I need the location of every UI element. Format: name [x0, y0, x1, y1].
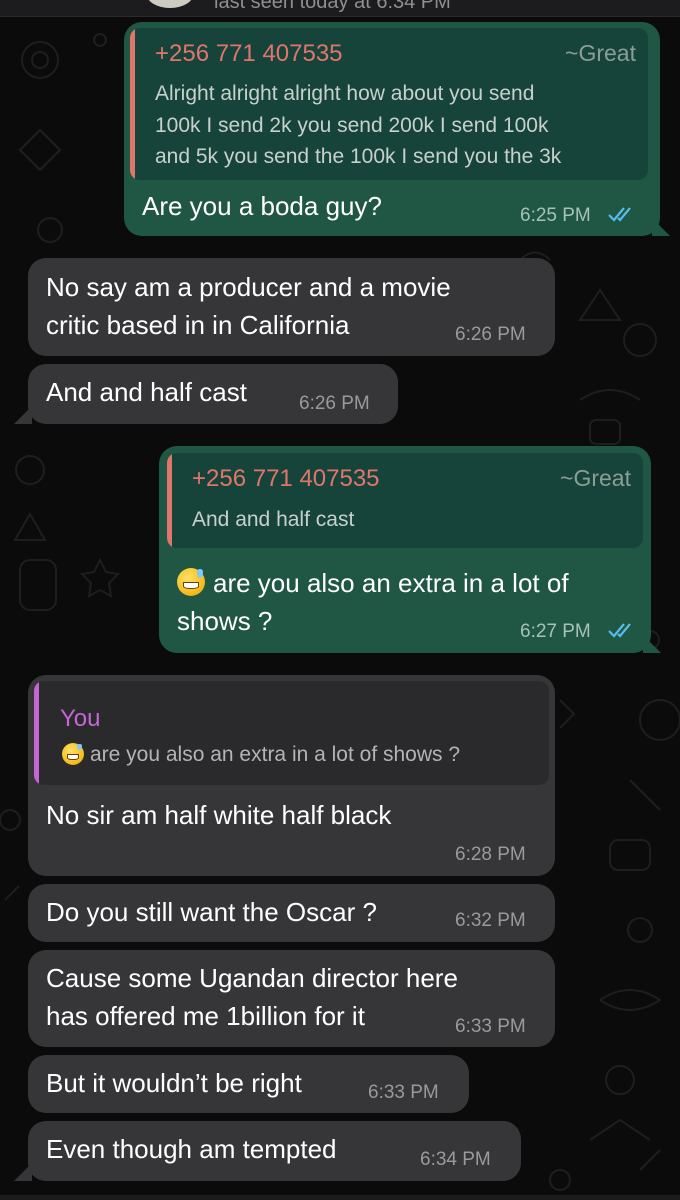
- read-receipt-icon: [608, 623, 631, 638]
- message-time: 6:32 PM: [455, 910, 526, 931]
- message-time: 6:26 PM: [299, 393, 370, 414]
- grinning-face-with-sweat-icon: [177, 568, 205, 596]
- message-line-text: are you also an extra in a lot of: [213, 568, 569, 598]
- bubble-tail: [643, 635, 661, 653]
- quote-sender: +256 771 407535: [192, 465, 380, 492]
- read-receipt-icon: [608, 207, 631, 222]
- message-text: Even though am tempted: [46, 1134, 337, 1164]
- quote-line: and 5k you send the 100k I send you the …: [155, 145, 562, 168]
- message-text: Do you still want the Oscar ?: [46, 897, 377, 927]
- quote-stripe: [167, 453, 172, 548]
- message-time: 6:27 PM: [520, 621, 591, 642]
- message-line: has offered me 1billion for it: [46, 1001, 365, 1031]
- message-text: Are you a boda guy?: [142, 191, 382, 221]
- message-text: But it wouldn’t be right: [46, 1068, 302, 1098]
- message-line: critic based in in California: [46, 310, 350, 340]
- quote-text: Alright alright alright how about you se…: [155, 78, 561, 173]
- chat-header[interactable]: last seen today at 6:34 PM: [0, 0, 680, 17]
- quote-line: Alright alright alright how about you se…: [155, 82, 535, 105]
- bottom-edge: [0, 1195, 680, 1200]
- message-time: 6:25 PM: [520, 205, 591, 226]
- message-text: are you also an extra in a lot of shows …: [177, 564, 569, 640]
- quote-text: are you also an extra in a lot of shows …: [62, 742, 460, 768]
- quote-stripe: [130, 28, 135, 180]
- quote-line: are you also an extra in a lot of shows …: [90, 743, 461, 766]
- message-line: are you also an extra in a lot of: [177, 564, 569, 602]
- quote-sender: You: [60, 705, 101, 732]
- contact-avatar[interactable]: [146, 0, 194, 8]
- quote-sender-name: ~Great: [560, 465, 631, 491]
- message-time: 6:33 PM: [455, 1016, 526, 1037]
- message-text: And and half cast: [46, 377, 247, 407]
- message-bubble-incoming[interactable]: And and half cast 6:26 PM: [28, 364, 398, 424]
- message-time: 6:33 PM: [368, 1082, 439, 1103]
- message-line: No say am a producer and a movie: [46, 272, 451, 302]
- message-bubble-incoming[interactable]: No say am a producer and a movie critic …: [28, 258, 555, 356]
- message-text: No say am a producer and a movie critic …: [46, 268, 451, 344]
- message-time: 6:28 PM: [455, 844, 526, 865]
- quote-sender: +256 771 407535: [155, 40, 343, 67]
- quoted-message[interactable]: You are you also an extra in a lot of sh…: [34, 681, 549, 785]
- chat-screen: last seen today at 6:34 PM +256 771 4075…: [0, 0, 680, 1200]
- message-line: Cause some Ugandan director here: [46, 963, 458, 993]
- message-time: 6:26 PM: [455, 324, 526, 345]
- quote-line: 100k I send 2k you send 200k I send 100k: [155, 113, 549, 137]
- message-bubble-incoming[interactable]: But it wouldn’t be right 6:33 PM: [28, 1055, 469, 1113]
- quoted-message[interactable]: +256 771 407535 ~Great And and half cast: [167, 453, 643, 548]
- grinning-face-with-sweat-icon: [62, 743, 84, 765]
- message-bubble-incoming[interactable]: Do you still want the Oscar ? 6:32 PM: [28, 884, 555, 942]
- message-text: No sir am half white half black: [46, 800, 392, 830]
- message-bubble-outgoing[interactable]: +256 771 407535 ~Great Alright alright a…: [124, 22, 660, 236]
- bubble-tail: [14, 406, 32, 424]
- quote-stripe: [34, 681, 39, 785]
- message-text: Cause some Ugandan director here has off…: [46, 959, 458, 1035]
- quote-sender-name: ~Great: [565, 40, 636, 66]
- quote-text: And and half cast: [192, 508, 355, 531]
- message-bubble-incoming[interactable]: You are you also an extra in a lot of sh…: [28, 675, 555, 876]
- last-seen-status: last seen today at 6:34 PM: [214, 0, 451, 13]
- message-bubble-outgoing[interactable]: +256 771 407535 ~Great And and half cast…: [159, 446, 651, 653]
- message-bubble-incoming[interactable]: Even though am tempted 6:34 PM: [28, 1121, 521, 1181]
- message-line: shows ?: [177, 606, 273, 636]
- message-time: 6:34 PM: [420, 1149, 491, 1170]
- quoted-message[interactable]: +256 771 407535 ~Great Alright alright a…: [130, 28, 648, 180]
- message-bubble-incoming[interactable]: Cause some Ugandan director here has off…: [28, 950, 555, 1047]
